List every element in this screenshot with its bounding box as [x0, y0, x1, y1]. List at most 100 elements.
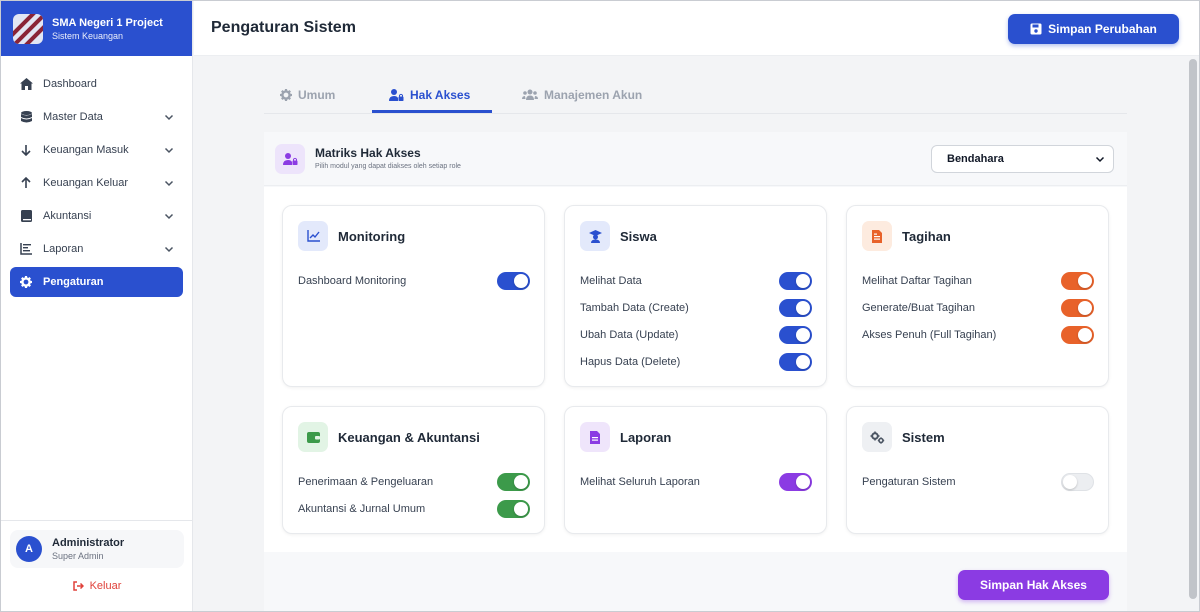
module-card-keuangan-akuntansi: Keuangan & Akuntansi Penerimaan & Pengel…: [282, 406, 545, 534]
chevron-down-icon: [164, 244, 174, 254]
chevron-down-icon: [164, 112, 174, 122]
role-select-value: Bendahara: [947, 153, 1004, 165]
database-icon: [19, 110, 33, 124]
gear-icon: [280, 89, 292, 101]
sidebar-item-keuangan-masuk[interactable]: Keuangan Masuk: [10, 135, 183, 165]
tab-label: Hak Akses: [410, 88, 471, 102]
permission-row: Tambah Data (Create): [580, 298, 812, 318]
scrollbar-thumb[interactable]: [1189, 59, 1197, 599]
save-changes-label: Simpan Perubahan: [1048, 22, 1157, 36]
brand-subtitle: Sistem Keuangan: [52, 30, 124, 41]
module-title: Monitoring: [338, 229, 406, 244]
panel-title: Matriks Hak Akses: [315, 146, 421, 160]
book-icon: [19, 209, 33, 223]
permission-row: Hapus Data (Delete): [580, 352, 812, 372]
permission-label: Melihat Data: [580, 275, 642, 287]
sidebar-item-keuangan-keluar[interactable]: Keuangan Keluar: [10, 168, 183, 198]
permission-label: Akuntansi & Jurnal Umum: [298, 503, 426, 515]
file-icon: [580, 422, 610, 452]
permission-toggle[interactable]: [779, 473, 812, 491]
panel-header: Matriks Hak Akses Pilih modul yang dapat…: [264, 132, 1127, 186]
permission-label: Melihat Seluruh Laporan: [580, 476, 700, 488]
user-profile[interactable]: A Administrator Super Admin: [10, 530, 184, 568]
sidebar-item-pengaturan[interactable]: Pengaturan: [10, 267, 183, 297]
permission-toggle[interactable]: [779, 353, 812, 371]
permission-label: Penerimaan & Pengeluaran: [298, 476, 434, 488]
page-title: Pengaturan Sistem: [211, 19, 356, 36]
module-card-tagihan: Tagihan Melihat Daftar Tagihan Generate/…: [846, 205, 1109, 387]
chevron-down-icon: [164, 145, 174, 155]
wallet-icon: [298, 422, 328, 452]
permission-row: Akuntansi & Jurnal Umum: [298, 499, 530, 519]
role-select[interactable]: Bendahara: [931, 145, 1114, 173]
permission-row: Dashboard Monitoring: [298, 271, 530, 291]
sidebar-item-label: Keuangan Keluar: [43, 177, 129, 189]
graduate-icon: [580, 221, 610, 251]
floppy-disk-icon: [1030, 23, 1042, 35]
sidebar-item-label: Dashboard: [43, 78, 97, 90]
chevron-down-icon: [1095, 156, 1105, 163]
save-access-button[interactable]: Simpan Hak Akses: [958, 570, 1109, 600]
permission-toggle[interactable]: [779, 272, 812, 290]
permission-label: Dashboard Monitoring: [298, 275, 407, 287]
permission-row: Melihat Seluruh Laporan: [580, 472, 812, 492]
tab-hak-akses[interactable]: Hak Akses: [389, 77, 470, 113]
logout-button[interactable]: Keluar: [1, 580, 193, 592]
permission-label: Tambah Data (Create): [580, 302, 689, 314]
gears-icon: [862, 422, 892, 452]
module-card-laporan: Laporan Melihat Seluruh Laporan: [564, 406, 827, 534]
sidebar-item-master-data[interactable]: Master Data: [10, 102, 183, 132]
permission-toggle[interactable]: [497, 500, 530, 518]
permission-label: Pengaturan Sistem: [862, 476, 956, 488]
module-title: Sistem: [902, 430, 945, 445]
module-title: Laporan: [620, 430, 672, 445]
tab-umum[interactable]: Umum: [280, 77, 335, 113]
brand[interactable]: SMA Negeri 1 Project Sistem Keuangan: [1, 1, 192, 56]
module-title: Siswa: [620, 229, 657, 244]
chevron-down-icon: [164, 211, 174, 221]
permission-row: Akses Penuh (Full Tagihan): [862, 325, 1094, 345]
permission-toggle[interactable]: [1061, 299, 1094, 317]
settings-tabs: Umum Hak Akses Manajemen Akun: [264, 77, 1127, 114]
permission-label: Ubah Data (Update): [580, 329, 679, 341]
gear-icon: [19, 275, 33, 289]
home-icon: [19, 77, 33, 91]
permission-toggle[interactable]: [497, 473, 530, 491]
permission-toggle[interactable]: [497, 272, 530, 290]
sidebar-divider: [1, 520, 193, 521]
user-role: Super Admin: [52, 550, 104, 561]
module-card-sistem: Sistem Pengaturan Sistem: [846, 406, 1109, 534]
panel-subtitle: Pilih modul yang dapat diakses oleh seti…: [315, 163, 461, 170]
module-title: Tagihan: [902, 229, 951, 244]
app-window: SMA Negeri 1 Project Sistem Keuangan Das…: [0, 0, 1200, 612]
sidebar-item-dashboard[interactable]: Dashboard: [10, 69, 183, 99]
sidebar-item-label: Master Data: [43, 111, 103, 123]
sidebar-item-akuntansi[interactable]: Akuntansi: [10, 201, 183, 231]
permission-toggle[interactable]: [779, 326, 812, 344]
chart-line-icon: [298, 221, 328, 251]
permission-label: Hapus Data (Delete): [580, 356, 681, 368]
chart-bars-icon: [19, 242, 33, 256]
user-lock-icon: [275, 144, 305, 174]
arrow-down-icon: [19, 143, 33, 157]
tab-label: Umum: [298, 88, 336, 102]
logout-label: Keluar: [89, 580, 122, 592]
tab-label: Manajemen Akun: [544, 88, 643, 102]
tab-manajemen-akun[interactable]: Manajemen Akun: [522, 77, 642, 113]
chevron-down-icon: [164, 178, 174, 188]
save-changes-button[interactable]: Simpan Perubahan: [1008, 14, 1179, 44]
permission-toggle[interactable]: [1061, 272, 1094, 290]
permission-toggle[interactable]: [1061, 473, 1094, 491]
permission-toggle[interactable]: [1061, 326, 1094, 344]
permission-label: Generate/Buat Tagihan: [862, 302, 975, 314]
access-matrix-panel: Matriks Hak Akses Pilih modul yang dapat…: [264, 132, 1127, 611]
module-card-siswa: Siswa Melihat Data Tambah Data (Create) …: [564, 205, 827, 387]
permission-row: Penerimaan & Pengeluaran: [298, 472, 530, 492]
permission-toggle[interactable]: [779, 299, 812, 317]
sign-out-icon: [72, 581, 84, 591]
permission-row: Melihat Daftar Tagihan: [862, 271, 1094, 291]
arrow-up-icon: [19, 176, 33, 190]
sidebar-item-label: Pengaturan: [43, 276, 104, 288]
sidebar-item-laporan[interactable]: Laporan: [10, 234, 183, 264]
sidebar: SMA Negeri 1 Project Sistem Keuangan Das…: [1, 1, 193, 611]
